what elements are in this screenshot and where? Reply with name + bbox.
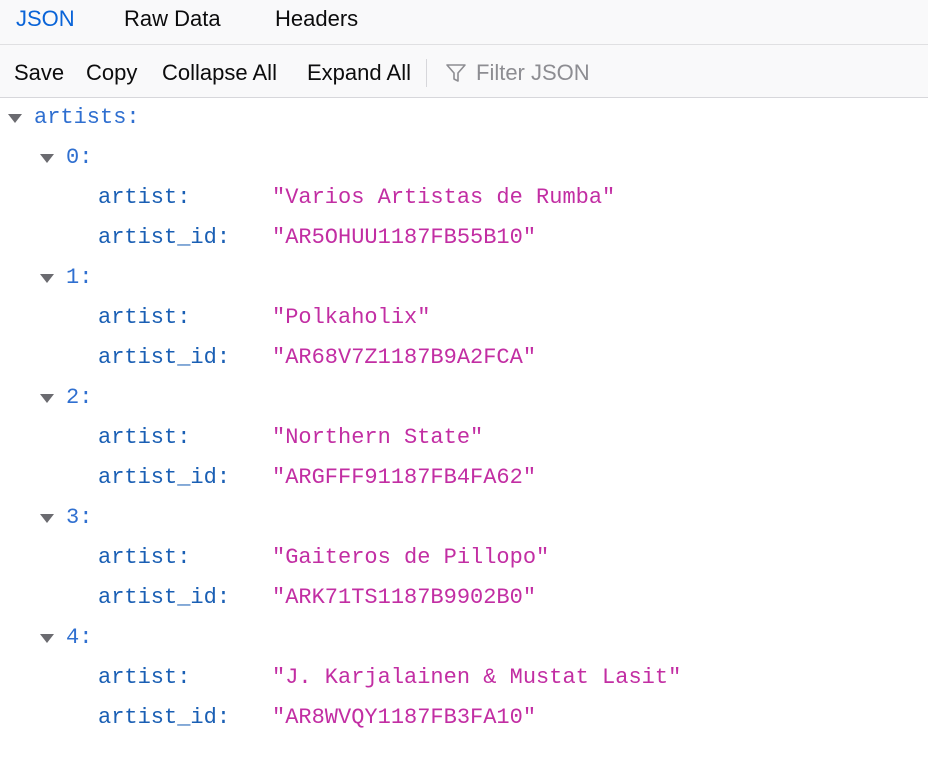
json-key: artist: bbox=[98, 185, 191, 210]
json-string-value: "ARGFFF91187FB4FA62" bbox=[272, 465, 537, 490]
json-string-value: "J. Karjalainen & Mustat Lasit" bbox=[272, 665, 682, 690]
json-string-value: "AR68V7Z1187B9A2FCA" bbox=[272, 345, 537, 370]
json-key: artist_id: bbox=[98, 345, 231, 370]
tree-row-artist: artist: "Northern State" bbox=[0, 418, 928, 458]
json-string-value: "Northern State" bbox=[272, 425, 484, 450]
collapse-all-button[interactable]: Collapse All bbox=[162, 45, 277, 97]
copy-button[interactable]: Copy bbox=[86, 45, 137, 97]
tab-bar: JSON Raw Data Headers bbox=[0, 0, 928, 45]
json-key: artist: bbox=[98, 425, 191, 450]
json-key: artist: bbox=[98, 665, 191, 690]
json-string-value: "Polkaholix" bbox=[272, 305, 431, 330]
json-key: artist_id: bbox=[98, 225, 231, 250]
tree-row-artist: artist: "J. Karjalainen & Mustat Lasit" bbox=[0, 658, 928, 698]
save-button[interactable]: Save bbox=[14, 45, 64, 97]
toolbar: Save Copy Collapse All Expand All bbox=[0, 45, 928, 98]
json-index: 4: bbox=[66, 625, 93, 650]
expand-toggle-icon[interactable] bbox=[40, 634, 54, 643]
json-index: 2: bbox=[66, 385, 93, 410]
filter-icon bbox=[446, 64, 466, 82]
json-key: artist_id: bbox=[98, 705, 231, 730]
tree-row-artists[interactable]: artists: bbox=[0, 98, 928, 138]
expand-toggle-icon[interactable] bbox=[40, 394, 54, 403]
filter-json-input[interactable] bbox=[474, 55, 898, 91]
expand-toggle-icon[interactable] bbox=[40, 514, 54, 523]
tree-row-index[interactable]: 4: bbox=[0, 618, 928, 658]
tree-row-artist-id: artist_id: "ARGFFF91187FB4FA62" bbox=[0, 458, 928, 498]
expand-all-button[interactable]: Expand All bbox=[307, 45, 411, 97]
json-string-value: "AR8WVQY1187FB3FA10" bbox=[272, 705, 537, 730]
json-index: 0: bbox=[66, 145, 93, 170]
json-key: artist: bbox=[98, 305, 191, 330]
tab-json[interactable]: JSON bbox=[16, 0, 75, 44]
json-string-value: "Varios Artistas de Rumba" bbox=[272, 185, 616, 210]
expand-toggle-icon[interactable] bbox=[40, 274, 54, 283]
tree-row-index[interactable]: 1: bbox=[0, 258, 928, 298]
tree-row-artist-id: artist_id: "AR5OHUU1187FB55B10" bbox=[0, 218, 928, 258]
expand-toggle-icon[interactable] bbox=[40, 154, 54, 163]
tree-row-index[interactable]: 0: bbox=[0, 138, 928, 178]
json-string-value: "AR5OHUU1187FB55B10" bbox=[272, 225, 537, 250]
toolbar-divider bbox=[426, 59, 427, 87]
json-index: 1: bbox=[66, 265, 93, 290]
expand-toggle-icon[interactable] bbox=[8, 114, 22, 123]
tree-row-artist-id: artist_id: "ARK71TS1187B9902B0" bbox=[0, 578, 928, 618]
json-key: artist_id: bbox=[98, 585, 231, 610]
json-string-value: "ARK71TS1187B9902B0" bbox=[272, 585, 537, 610]
tree-row-artist: artist: "Gaiteros de Pillopo" bbox=[0, 538, 928, 578]
json-string-value: "Gaiteros de Pillopo" bbox=[272, 545, 550, 570]
json-key: artists: bbox=[34, 105, 140, 130]
tree-row-index[interactable]: 3: bbox=[0, 498, 928, 538]
tree-row-artist-id: artist_id: "AR68V7Z1187B9A2FCA" bbox=[0, 338, 928, 378]
json-key: artist: bbox=[98, 545, 191, 570]
filter-box[interactable] bbox=[440, 53, 910, 91]
tree-row-artist-id: artist_id: "AR8WVQY1187FB3FA10" bbox=[0, 698, 928, 738]
tree-row-artist: artist: "Varios Artistas de Rumba" bbox=[0, 178, 928, 218]
tab-raw-data[interactable]: Raw Data bbox=[124, 0, 221, 44]
json-key: artist_id: bbox=[98, 465, 231, 490]
json-index: 3: bbox=[66, 505, 93, 530]
tree-row-index[interactable]: 2: bbox=[0, 378, 928, 418]
tree-row-artist: artist: "Polkaholix" bbox=[0, 298, 928, 338]
tab-headers[interactable]: Headers bbox=[275, 0, 358, 44]
